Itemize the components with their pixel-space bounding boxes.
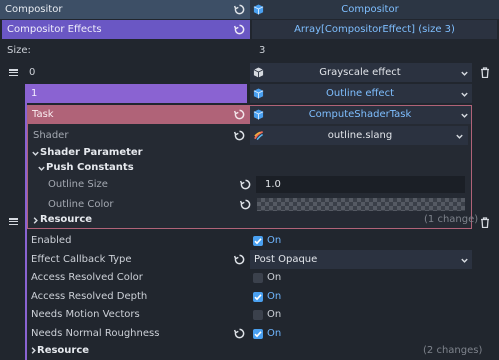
revert-icon[interactable] xyxy=(234,254,245,265)
size-row: Size: 3 xyxy=(0,41,499,60)
shader-parameter-label: Shader Parameter xyxy=(40,147,143,158)
revert-icon[interactable] xyxy=(240,199,251,210)
effects-value[interactable]: Array[CompositorEffect] (size 3) xyxy=(252,20,497,39)
access-color-checkbox[interactable] xyxy=(253,273,263,283)
item-0-value[interactable]: Grayscale effect xyxy=(265,63,455,82)
chevron-down-icon[interactable] xyxy=(460,256,469,265)
shader-label: Shader xyxy=(33,130,69,141)
array-item-0: 0 Grayscale effect xyxy=(0,63,499,82)
color-picker-swatch[interactable] xyxy=(257,198,465,211)
resource-cube-icon xyxy=(253,109,264,120)
item-1-index: 1 xyxy=(31,88,38,99)
access-color-value[interactable]: On xyxy=(267,268,281,287)
normal-roughness-value[interactable]: On xyxy=(267,324,281,343)
compositor-label: Compositor xyxy=(5,4,63,15)
normal-roughness-checkbox[interactable] xyxy=(253,329,263,339)
chevron-down-icon[interactable] xyxy=(460,69,469,78)
resource-inner-row[interactable]: Resource (1 change) xyxy=(0,212,499,228)
task-row: Task ComputeShaderTask xyxy=(0,105,499,124)
access-depth-checkbox[interactable] xyxy=(253,292,263,302)
revert-icon[interactable] xyxy=(234,109,245,120)
access-depth-label: Access Resolved Depth xyxy=(31,291,148,302)
resource-cube-icon xyxy=(253,67,264,78)
chevron-down-icon[interactable] xyxy=(455,132,464,141)
item-1-value[interactable]: Outline effect xyxy=(265,84,455,103)
outline-size-label: Outline Size xyxy=(48,179,108,190)
shader-value[interactable]: outline.slang xyxy=(265,126,455,145)
task-label: Task xyxy=(32,109,54,120)
task-label-bg xyxy=(27,105,250,124)
chevron-down-icon xyxy=(37,164,46,173)
compositor-value[interactable]: Compositor xyxy=(270,0,470,19)
enabled-label: Enabled xyxy=(31,235,72,246)
chevron-right-icon xyxy=(31,216,40,225)
resource-outer-label: Resource xyxy=(37,345,90,356)
normal-roughness-row: Needs Normal Roughness On xyxy=(0,324,499,343)
push-constants-row[interactable]: Push Constants xyxy=(0,160,499,176)
array-item-1: 1 Outline effect xyxy=(0,84,499,103)
size-label: Size: xyxy=(7,45,31,56)
revert-icon[interactable] xyxy=(234,130,245,141)
item-0-index: 0 xyxy=(29,67,36,78)
revert-icon[interactable] xyxy=(234,4,245,15)
drag-handle-icon[interactable] xyxy=(9,69,18,77)
enabled-checkbox[interactable] xyxy=(253,236,263,246)
outline-size-value[interactable]: 1.0 xyxy=(265,175,281,194)
motion-vectors-checkbox[interactable] xyxy=(253,310,263,320)
resource-outer-changes: (2 changes) xyxy=(423,345,483,356)
callback-type-row: Effect Callback Type Post Opaque xyxy=(0,250,499,269)
resource-inner-label: Resource xyxy=(40,214,93,225)
compositor-effects-row: Compositor Effects Array[CompositorEffec… xyxy=(0,20,499,39)
shader-parameter-row[interactable]: Shader Parameter xyxy=(0,145,499,161)
access-color-row: Access Resolved Color On xyxy=(0,268,499,287)
resource-cube-icon xyxy=(253,4,264,15)
compositor-row: Compositor Compositor xyxy=(0,0,499,19)
outline-size-row: Outline Size 1.0 xyxy=(0,175,499,194)
enabled-value[interactable]: On xyxy=(267,231,281,250)
resource-outer-row[interactable]: Resource (2 changes) xyxy=(0,342,499,359)
push-constants-label: Push Constants xyxy=(46,162,134,173)
access-depth-row: Access Resolved Depth On xyxy=(0,287,499,306)
task-value[interactable]: ComputeShaderTask xyxy=(265,105,455,124)
callback-type-label: Effect Callback Type xyxy=(31,254,132,265)
access-color-label: Access Resolved Color xyxy=(31,272,143,283)
trash-icon[interactable] xyxy=(480,67,490,78)
shader-row: Shader outline.slang xyxy=(0,126,499,145)
size-value[interactable]: 3 xyxy=(259,41,265,60)
motion-vectors-label: Needs Motion Vectors xyxy=(31,309,140,320)
enabled-row: Enabled On xyxy=(0,231,499,250)
revert-icon[interactable] xyxy=(240,179,251,190)
shader-file-icon xyxy=(253,130,264,141)
chevron-down-icon[interactable] xyxy=(460,90,469,99)
access-depth-value[interactable]: On xyxy=(267,287,281,306)
resource-inner-changes: (1 change) xyxy=(424,214,479,225)
motion-vectors-row: Needs Motion Vectors On xyxy=(0,305,499,324)
revert-icon[interactable] xyxy=(234,24,245,35)
resource-cube-icon xyxy=(253,88,264,99)
outline-size-field[interactable] xyxy=(256,176,465,193)
normal-roughness-label: Needs Normal Roughness xyxy=(31,328,160,339)
revert-icon[interactable] xyxy=(234,328,245,339)
chevron-down-icon[interactable] xyxy=(460,111,469,120)
chevron-down-icon xyxy=(31,149,40,158)
callback-type-value[interactable]: Post Opaque xyxy=(254,250,317,269)
motion-vectors-value[interactable]: On xyxy=(267,305,281,324)
item-1-label-bg xyxy=(25,84,247,103)
effects-label: Compositor Effects xyxy=(7,24,102,35)
